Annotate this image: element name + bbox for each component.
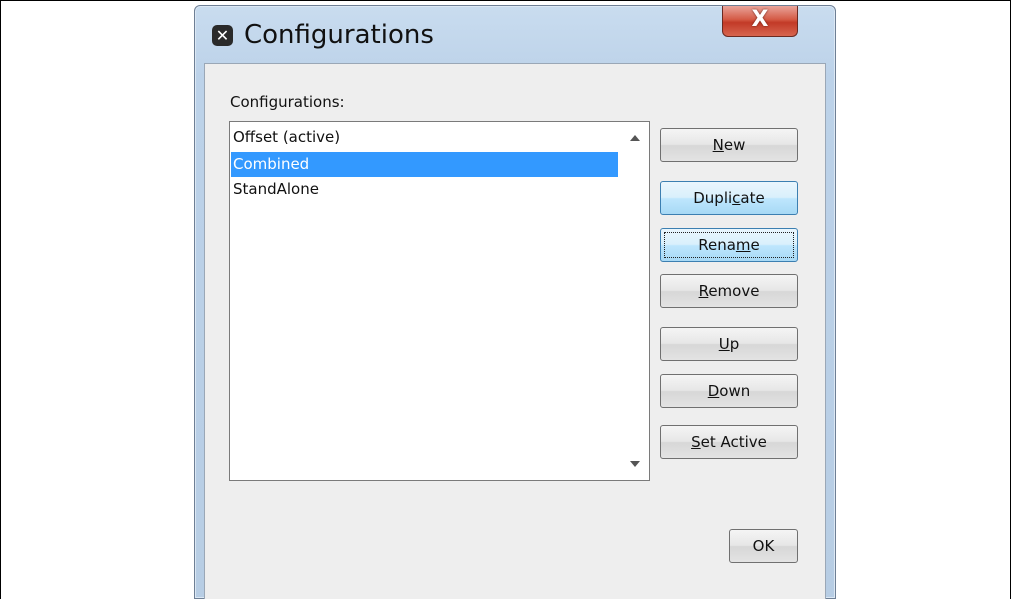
list-item[interactable]: Combined — [231, 152, 618, 177]
close-icon: X — [751, 7, 769, 32]
new-button[interactable]: New — [660, 128, 798, 162]
up-button-mnemonic: U — [718, 335, 730, 353]
set-active-button[interactable]: Set Active — [660, 425, 798, 459]
remove-button-label-rest: emove — [708, 282, 760, 300]
up-button-label-rest: p — [729, 335, 740, 353]
rename-button-label: Rena — [698, 236, 736, 254]
vertical-scrollbar[interactable] — [623, 122, 649, 480]
down-button-label-rest: own — [719, 382, 751, 400]
ok-button[interactable]: OK — [729, 529, 798, 563]
remove-button[interactable]: Remove — [660, 274, 798, 308]
new-button-mnemonic: N — [712, 136, 724, 154]
list-item[interactable]: Offset (active) — [231, 125, 618, 150]
configurations-list[interactable]: Offset (active) Combined StandAlone — [229, 121, 650, 481]
new-button-label-rest: ew — [723, 136, 746, 154]
set-active-button-mnemonic: S — [691, 433, 701, 451]
configurations-label: Configurations: — [230, 93, 345, 111]
down-button[interactable]: Down — [660, 374, 798, 408]
duplicate-button-label: Dupli — [693, 189, 733, 207]
configurations-dialog: ✕ Configurations X Configurations: Offse… — [194, 5, 836, 599]
rename-button-mnemonic: m — [735, 236, 751, 254]
dialog-client-area: Configurations: Offset (active) Combined… — [204, 63, 826, 599]
duplicate-button-label-rest: ate — [740, 189, 765, 207]
dialog-title: Configurations — [244, 20, 434, 50]
set-active-button-label-rest: et Active — [700, 433, 767, 451]
duplicate-button[interactable]: Duplicate — [660, 181, 798, 215]
rename-button[interactable]: Rename — [660, 228, 798, 262]
up-button[interactable]: Up — [660, 327, 798, 361]
rename-button-label-rest: e — [750, 236, 760, 254]
list-item[interactable]: StandAlone — [231, 177, 618, 202]
scroll-up-arrow-icon[interactable] — [630, 135, 640, 141]
down-button-mnemonic: D — [707, 382, 720, 400]
scroll-down-arrow-icon[interactable] — [630, 461, 640, 467]
close-button[interactable]: X — [722, 6, 798, 37]
app-x-icon: ✕ — [212, 25, 233, 46]
remove-button-mnemonic: R — [698, 282, 709, 300]
